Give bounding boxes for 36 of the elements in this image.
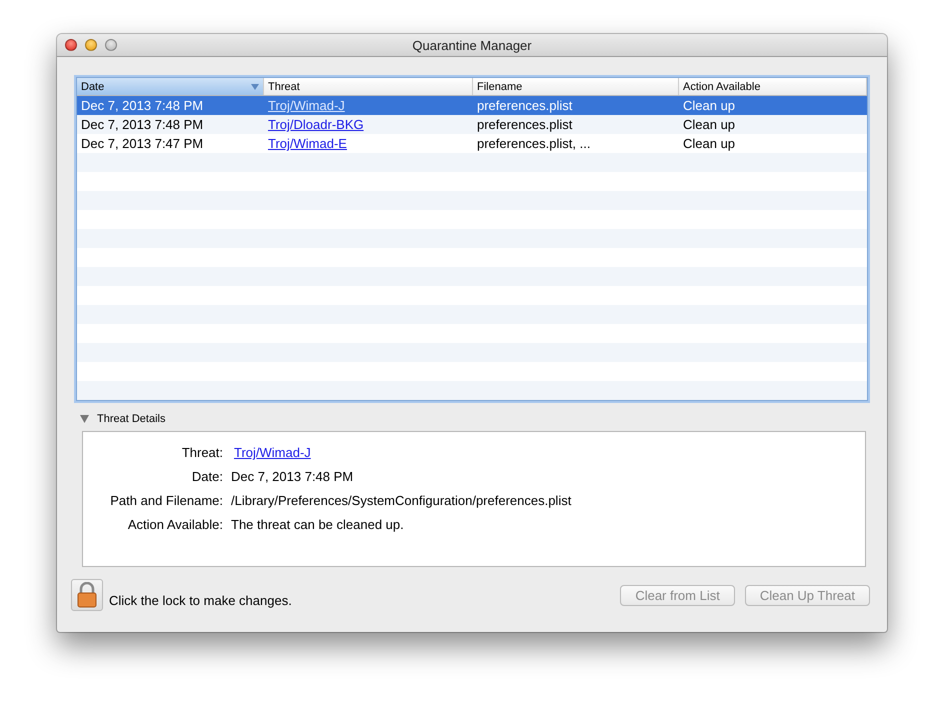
filename-cell-text: preferences.plist <box>476 98 574 113</box>
threat-link[interactable]: Troj/Wimad-J <box>268 98 345 113</box>
date-cell-text: Dec 7, 2013 7:48 PM <box>80 117 204 132</box>
action-cell-text: Clean up <box>682 117 736 132</box>
field-label: Date: <box>190 468 223 486</box>
sort-arrow-icon <box>251 84 259 90</box>
field-label: Action Available: <box>126 516 223 534</box>
column-header[interactable]: Threat <box>264 78 473 95</box>
threat-link[interactable]: Troj/Wimad-E <box>268 136 347 151</box>
column-header[interactable]: Filename <box>473 78 679 95</box>
close-button[interactable] <box>65 39 77 51</box>
filename-cell-text: preferences.plist, ... <box>476 136 592 151</box>
minimize-button[interactable] <box>85 39 97 51</box>
field-value: Dec 7, 2013 7:48 PM <box>231 469 354 484</box>
lock-hint: Click the lock to make changes. <box>109 592 292 608</box>
field-value: The threat can be cleaned up. <box>231 517 404 532</box>
field-label: Path and Filename: <box>109 492 223 510</box>
filename-cell-text: preferences.plist <box>476 117 574 132</box>
section-title: Threat Details <box>97 413 166 425</box>
field-value: /Library/Preferences/SystemConfiguration/preferences.plist <box>231 493 572 508</box>
column-header[interactable]: Date <box>77 78 264 95</box>
action-cell-text: Clean up <box>682 136 736 151</box>
column-header[interactable]: Action Available <box>679 78 867 95</box>
field-label: Threat: <box>180 444 223 462</box>
table-row[interactable]: Dec 7, 2013 7:48 PM Troj/Wimad-J preferences.plist Clean up <box>77 96 867 115</box>
lock-button[interactable] <box>71 579 103 611</box>
padlock-icon <box>77 582 97 608</box>
zoom-button[interactable] <box>105 39 117 51</box>
table-row[interactable]: Dec 7, 2013 7:47 PM Troj/Wimad-E preferences.plist, ... Clean up <box>77 134 867 153</box>
threat-link[interactable]: Troj/Dloadr-BKG <box>268 117 364 132</box>
threat-link[interactable]: Troj/Wimad-J <box>234 445 311 460</box>
date-cell-text: Dec 7, 2013 7:47 PM <box>80 136 204 151</box>
date-cell-text: Dec 7, 2013 7:48 PM <box>80 98 204 113</box>
disclosure-triangle-icon[interactable] <box>80 415 89 423</box>
action-cell-text: Clean up <box>682 98 736 113</box>
window-title: Quarantine Manager <box>412 38 532 52</box>
